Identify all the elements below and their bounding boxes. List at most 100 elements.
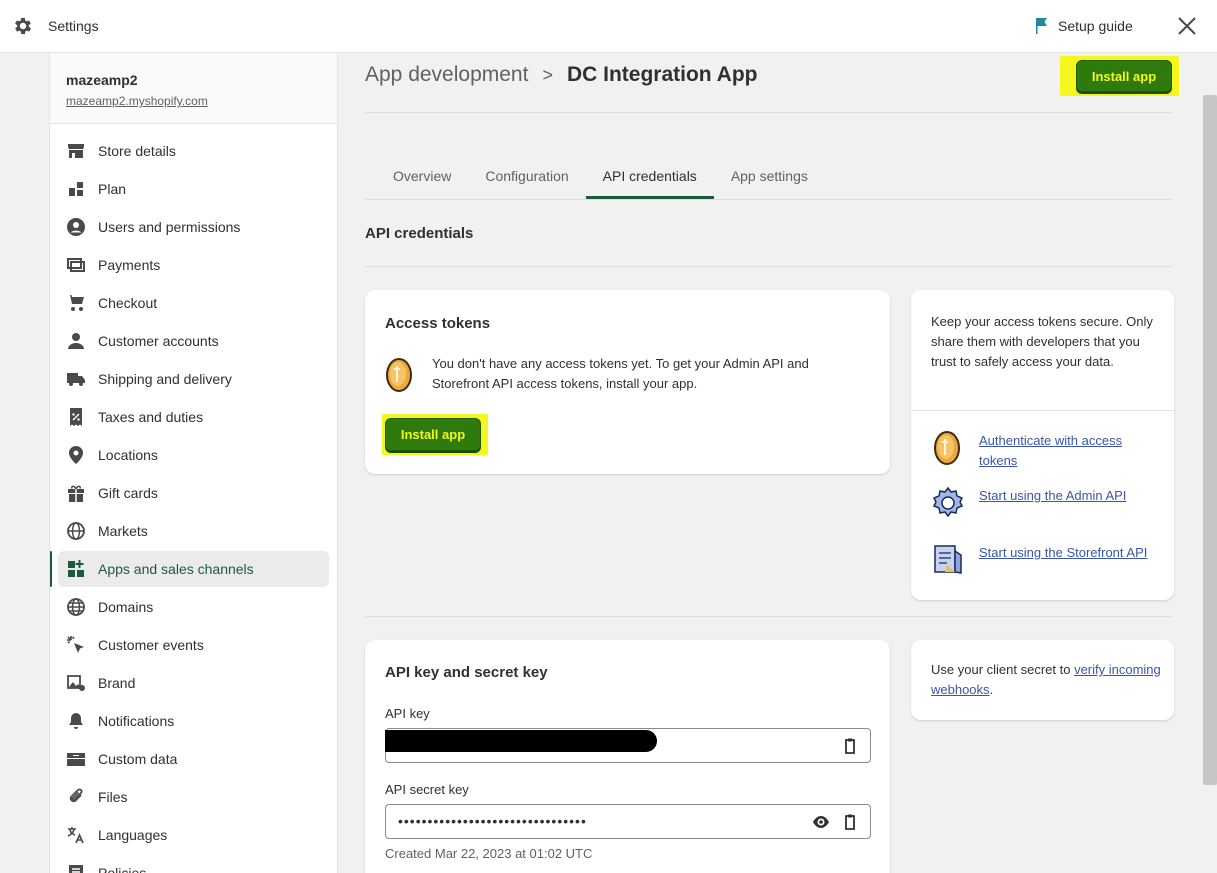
sidebar-item-taxes-and-duties[interactable]: Taxes and duties: [58, 399, 329, 435]
policy-icon: [66, 863, 86, 873]
truck-icon: [66, 369, 86, 389]
sidebar-item-label: Customer accounts: [98, 333, 219, 349]
sidebar-item-label: Taxes and duties: [98, 409, 204, 425]
sidebar-item-store-details[interactable]: Store details: [58, 133, 329, 169]
person-icon: [66, 331, 86, 351]
sidebar-item-languages[interactable]: Languages: [58, 817, 329, 853]
sidebar-item-gift-cards[interactable]: Gift cards: [58, 475, 329, 511]
access-tokens-title: Access tokens: [385, 315, 491, 332]
authenticate-link[interactable]: Authenticate with access tokens: [979, 431, 1149, 471]
access-tokens-message: You don't have any access tokens yet. To…: [432, 356, 809, 391]
redacted-value: [385, 730, 657, 752]
sidebar-item-label: Gift cards: [98, 485, 158, 501]
setup-guide-label: Setup guide: [1058, 18, 1133, 34]
install-app-highlight: Install app: [1060, 56, 1179, 96]
flag-icon: [1036, 18, 1047, 34]
sidebar-item-customer-events[interactable]: Customer events: [58, 627, 329, 663]
sidebar-item-apps-and-sales-channels[interactable]: Apps and sales channels: [50, 551, 329, 587]
sidebar-item-brand[interactable]: Brand: [58, 665, 329, 701]
gift-icon: [66, 483, 86, 503]
sidebar-item-custom-data[interactable]: Custom data: [58, 741, 329, 777]
webhook-suffix: .: [989, 682, 994, 697]
close-icon[interactable]: [1176, 15, 1198, 37]
scrollbar[interactable]: [1203, 95, 1217, 785]
sidebar-item-label: Store details: [98, 143, 176, 159]
eye-icon[interactable]: [812, 813, 830, 831]
section-title: API credentials: [365, 225, 474, 242]
sidebar-item-label: Shipping and delivery: [98, 371, 232, 387]
api-secret-key-field[interactable]: ••••••••••••••••••••••••••••••••: [385, 804, 871, 839]
install-app-button-header[interactable]: Install app: [1076, 60, 1172, 92]
install-app-button[interactable]: Install app: [385, 418, 481, 451]
tips-text: Keep your access tokens secure. Only sha…: [931, 314, 1153, 369]
sidebar-item-policies[interactable]: Policies: [58, 855, 329, 873]
tab-api-credentials[interactable]: API credentials: [585, 152, 714, 199]
sidebar-item-customer-accounts[interactable]: Customer accounts: [58, 323, 329, 359]
admin-api-link[interactable]: Start using the Admin API: [979, 486, 1149, 506]
main-content: App development > DC Integration App Ins…: [338, 53, 1198, 873]
sidebar-item-label: Languages: [98, 827, 168, 843]
cart-icon: [66, 293, 86, 313]
breadcrumb-parent-link[interactable]: App development: [365, 63, 528, 87]
store-icon: [66, 141, 86, 161]
tips-divider: [911, 410, 1174, 411]
api-secret-key-label: API secret key: [385, 782, 469, 797]
tips-card: Keep your access tokens secure. Only sha…: [911, 290, 1174, 600]
settings-nav: Store details Plan Users and permissions…: [50, 124, 337, 873]
webhook-prefix: Use your client secret to: [931, 662, 1075, 677]
translate-icon: [66, 825, 86, 845]
receipt-percent-icon: [66, 407, 86, 427]
access-tokens-card: Access tokens You don't have any access …: [365, 290, 890, 474]
copy-icon[interactable]: [841, 737, 859, 755]
tip-link-row: Start using the Admin API: [931, 486, 1149, 520]
sidebar-item-checkout[interactable]: Checkout: [58, 285, 329, 321]
sidebar-item-domains[interactable]: Domains: [58, 589, 329, 625]
store-url-link[interactable]: mazeamp2.myshopify.com: [66, 94, 321, 108]
keys-divider: [365, 616, 1173, 617]
webhook-text: Use your client secret to verify incomin…: [931, 660, 1161, 700]
sidebar-item-locations[interactable]: Locations: [58, 437, 329, 473]
sidebar-item-shipping-and-delivery[interactable]: Shipping and delivery: [58, 361, 329, 397]
coin-icon: [386, 358, 412, 392]
sidebar-item-label: Locations: [98, 447, 158, 463]
sidebar-item-files[interactable]: Files: [58, 779, 329, 815]
sidebar-item-notifications[interactable]: Notifications: [58, 703, 329, 739]
globe-icon: [66, 521, 86, 541]
breadcrumb: App development > DC Integration App: [365, 63, 758, 87]
coin-icon: [934, 431, 960, 465]
storefront-blueprint-icon: [934, 545, 962, 574]
user-circle-icon: [66, 217, 86, 237]
api-keys-card: API key and secret key API key API secre…: [365, 640, 890, 873]
api-keys-title: API key and secret key: [385, 664, 548, 681]
created-timestamp: Created Mar 22, 2023 at 01:02 UTC: [385, 846, 593, 861]
sidebar-item-markets[interactable]: Markets: [58, 513, 329, 549]
sidebar-item-label: Markets: [98, 523, 148, 539]
sidebar-item-payments[interactable]: Payments: [58, 247, 329, 283]
chevron-right-icon: >: [542, 64, 553, 85]
brand-image-icon: [66, 673, 86, 693]
tip-link-row: Authenticate with access tokens: [931, 431, 1149, 471]
sidebar-item-label: Policies: [98, 865, 147, 873]
payments-icon: [66, 255, 86, 275]
copy-icon[interactable]: [841, 813, 859, 831]
gear-cog-icon: [932, 486, 964, 518]
sidebar-item-label: Payments: [98, 257, 161, 273]
sidebar-item-label: Checkout: [98, 295, 158, 311]
install-app-highlight: Install app: [382, 414, 488, 455]
section-divider: [365, 266, 1173, 267]
cursor-click-icon: [66, 635, 86, 655]
tab-overview[interactable]: Overview: [376, 152, 468, 199]
store-name: mazeamp2: [66, 72, 138, 88]
plan-icon: [66, 179, 86, 199]
storefront-api-link[interactable]: Start using the Storefront API: [979, 543, 1149, 563]
header-divider: [365, 112, 1173, 113]
location-pin-icon: [66, 445, 86, 465]
tab-configuration[interactable]: Configuration: [468, 152, 585, 199]
webhook-card: Use your client secret to verify incomin…: [911, 640, 1174, 720]
setup-guide-button[interactable]: Setup guide: [1034, 17, 1133, 35]
sidebar-item-plan[interactable]: Plan: [58, 171, 329, 207]
api-key-field[interactable]: [385, 728, 871, 763]
tab-app-settings[interactable]: App settings: [714, 152, 825, 199]
tabs-divider: [365, 199, 1173, 200]
sidebar-item-users-and-permissions[interactable]: Users and permissions: [58, 209, 329, 245]
